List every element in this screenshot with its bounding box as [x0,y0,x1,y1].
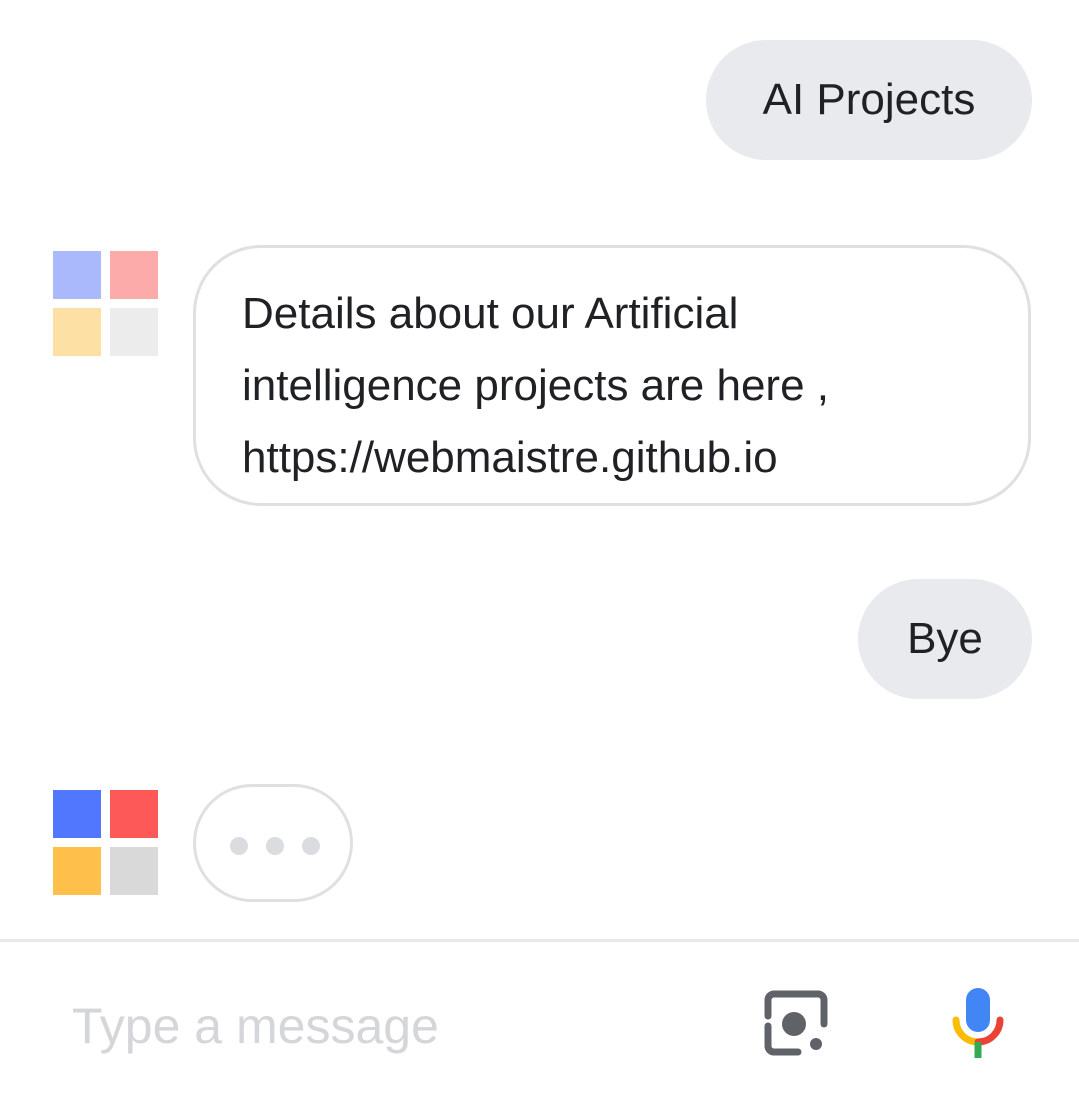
input-divider [0,939,1079,942]
typing-dot [230,837,248,855]
avatar-square-gray [110,308,158,356]
assistant-message-bubble: Details about our Artificial intelligenc… [193,245,1031,506]
microphone-button[interactable] [944,986,1012,1062]
lens-button[interactable] [760,988,832,1060]
user-message-bubble: AI Projects [706,40,1032,160]
typing-indicator [193,784,353,902]
message-input[interactable] [72,990,712,1062]
assistant-message-link[interactable]: https://webmaistre.github.io [242,422,982,494]
assistant-avatar-icon [53,251,159,357]
avatar-square-yellow [53,308,101,356]
avatar-square-red [110,790,158,838]
assistant-message-line: Details about our Artificial [242,289,739,338]
user-message-bubble: Bye [858,579,1032,699]
chat-screen: AI Projects Details about our Artificial… [0,0,1079,1106]
microphone-icon [952,988,1004,1058]
avatar-square-gray [110,847,158,895]
avatar-square-blue [53,790,101,838]
avatar-square-red [110,251,158,299]
assistant-avatar-icon [53,790,159,896]
typing-dot [302,837,320,855]
typing-dot [266,837,284,855]
avatar-square-blue [53,251,101,299]
avatar-square-yellow [53,847,101,895]
lens-camera-icon [764,990,828,1056]
assistant-message-line: intelligence projects are here , [242,361,829,410]
